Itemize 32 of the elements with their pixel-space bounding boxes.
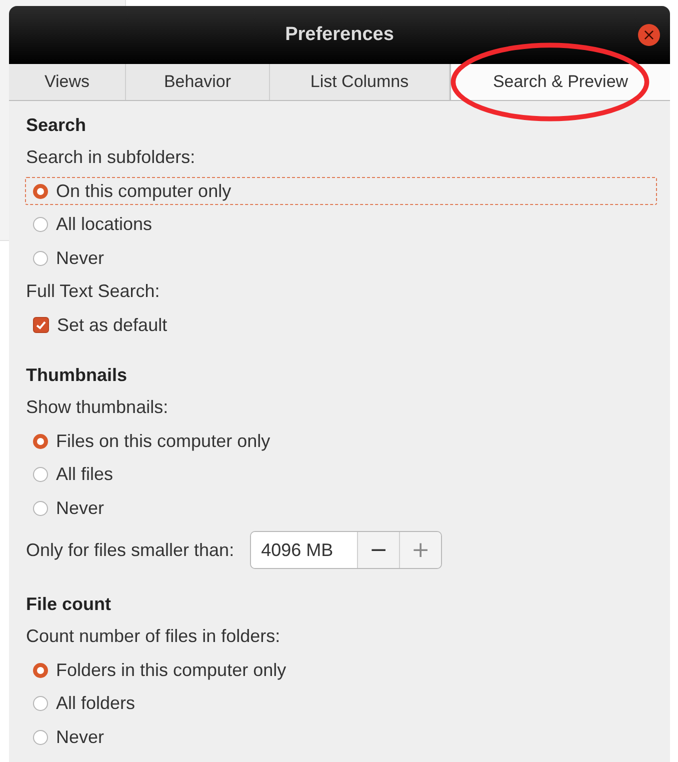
option-label: Files on this computer only [56,430,270,452]
radio-button[interactable] [33,250,48,266]
radio-button[interactable] [33,730,48,745]
option-label: Show thumbnails: [26,397,168,418]
checkbox[interactable] [33,317,49,334]
check-icon [35,319,47,332]
option-label: Never [56,498,104,519]
tab[interactable]: Search & Preview [450,64,670,100]
radio-button[interactable] [33,217,48,232]
radio-button[interactable] [33,184,48,199]
section-heading: Search [26,114,88,137]
option-label: Folders in this computer only [56,660,286,681]
option-label: Full Text Search: [26,281,160,302]
option-label: On this computer only [56,180,232,202]
radio-button[interactable] [33,696,48,712]
option-label: All locations [56,214,152,236]
option-label: Search in subfolders: [26,147,196,168]
radio-button[interactable] [33,500,48,516]
option-label: Count number of files in folders: [26,626,280,648]
close-button[interactable]: × [638,24,660,46]
option-label: Never [56,726,104,748]
option-label: Never [56,248,104,269]
field-label: Only for files smaller than: [26,540,234,560]
radio-button[interactable] [33,662,48,678]
option-label: All folders [56,693,136,714]
section-heading: Thumbnails [26,364,128,387]
radio-button[interactable] [33,434,48,449]
option-label: Set as default [57,314,168,336]
section-heading: File count [26,593,112,616]
option-label: All files [56,464,114,486]
radio-button[interactable] [33,467,48,482]
window-title: Preferences [285,24,394,46]
